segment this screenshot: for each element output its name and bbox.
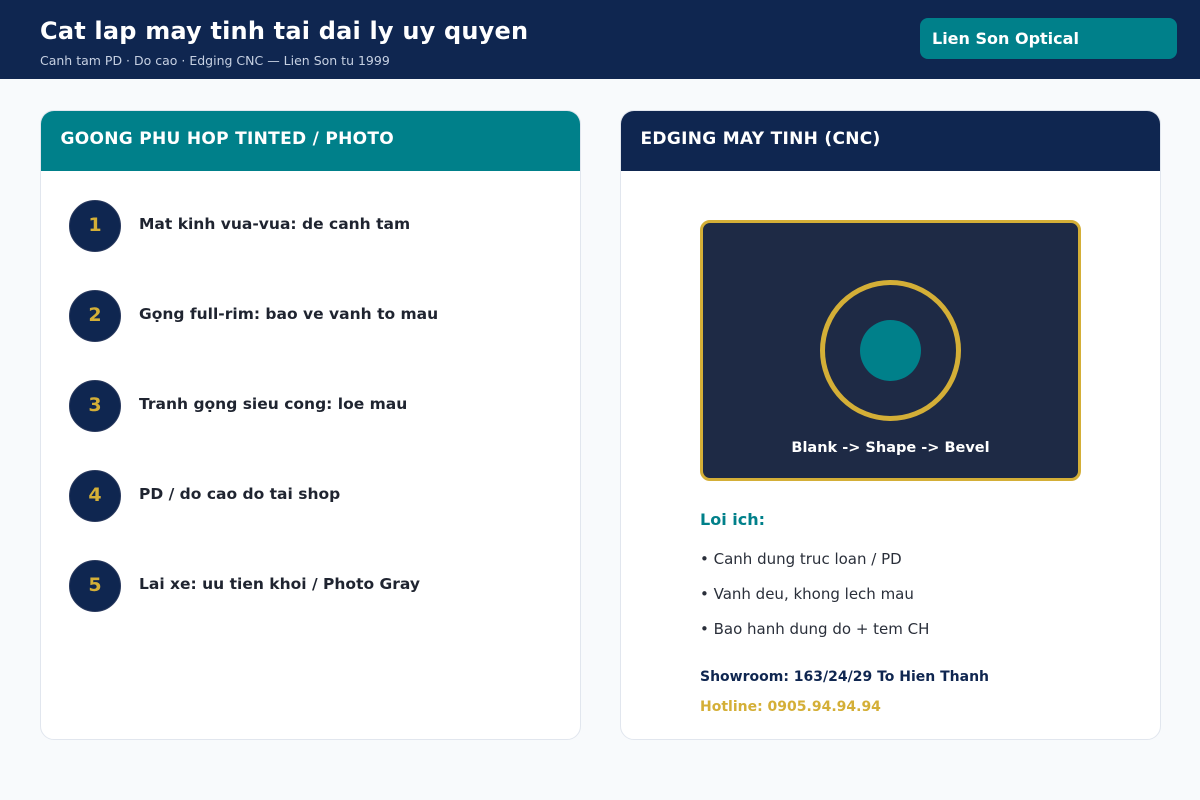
step-text: Tranh gọng sieu cong: loe mau [139,395,408,413]
step-item: 2 Gọng full-rim: bao ve vanh to mau [69,290,569,342]
step-number-badge: 4 [69,470,121,522]
showroom-address: Showroom: 163/24/29 To Hien Thanh [700,669,990,685]
hotline: Hotline: 0905.94.94.94 [700,699,881,715]
step-number-badge: 5 [69,560,121,612]
benefit-item: • Bao hanh dung do + tem CH [700,620,930,638]
lens-icon [860,320,921,381]
benefit-item: • Vanh deu, khong lech mau [700,585,914,603]
frame-guide-panel: GOONG PHU HOP TINTED / PHOTO 1 Mat kinh … [40,110,581,740]
edging-diagram: Blank -> Shape -> Bevel [700,220,1081,481]
step-item: 3 Tranh gọng sieu cong: loe mau [69,380,569,432]
benefits-title: Loi ich: [700,510,765,529]
header-bar: Cat lap may tinh tai dai ly uy quyen Can… [0,0,1200,79]
brand-badge: Lien Son Optical [920,18,1177,59]
benefit-item: • Canh dung truc loan / PD [700,550,902,568]
step-text: Gọng full-rim: bao ve vanh to mau [139,305,439,323]
step-number-badge: 3 [69,380,121,432]
page-title: Cat lap may tinh tai dai ly uy quyen [40,17,529,45]
diagram-caption: Blank -> Shape -> Bevel [791,440,990,456]
frame-guide-title: GOONG PHU HOP TINTED / PHOTO [41,111,580,171]
step-text: Mat kinh vua-vua: de canh tam [139,215,411,233]
page-subtitle: Canh tam PD · Do cao · Edging CNC — Lien… [40,53,390,68]
step-number-badge: 1 [69,200,121,252]
step-item: 5 Lai xe: uu tien khoi / Photo Gray [69,560,569,612]
step-text: Lai xe: uu tien khoi / Photo Gray [139,575,420,593]
cnc-edging-panel: EDGING MAY TINH (CNC) Blank -> Shape -> … [620,110,1161,740]
step-number-badge: 2 [69,290,121,342]
step-item: 1 Mat kinh vua-vua: de canh tam [69,200,569,252]
cnc-edging-title: EDGING MAY TINH (CNC) [621,111,1160,171]
step-item: 4 PD / do cao do tai shop [69,470,569,522]
step-text: PD / do cao do tai shop [139,485,341,503]
